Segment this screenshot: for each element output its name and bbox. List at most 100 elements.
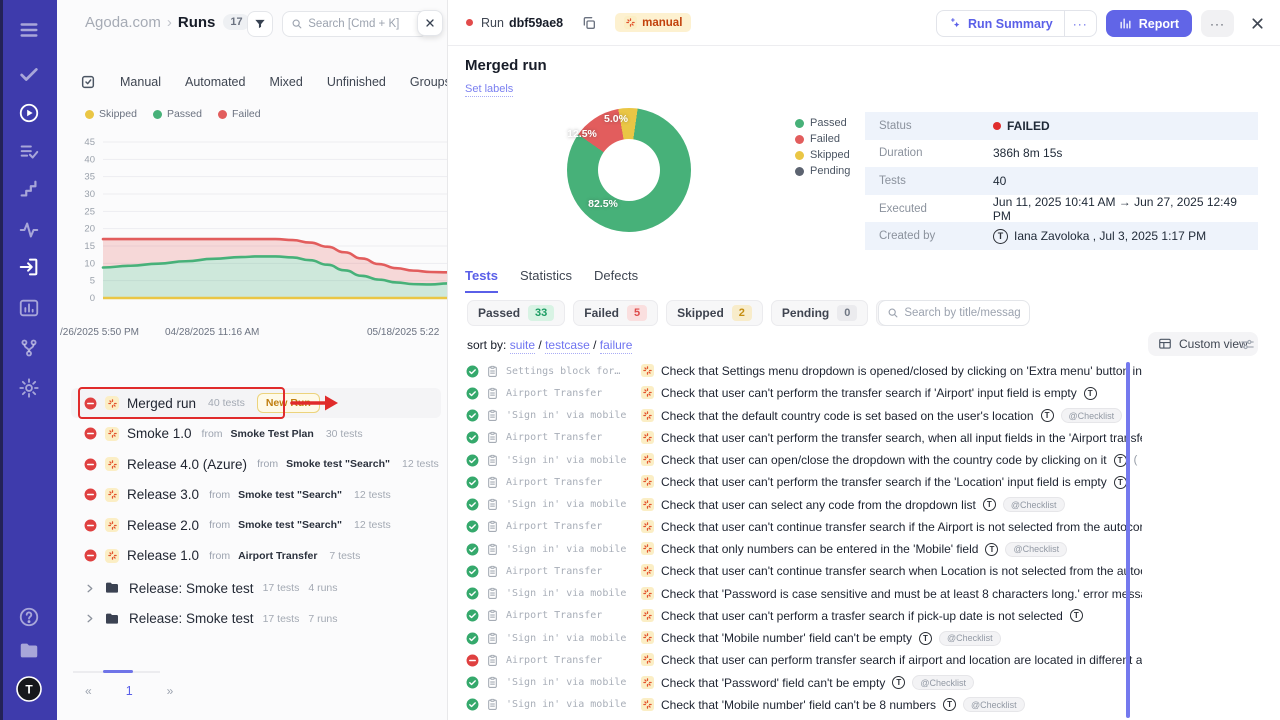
- more-actions-button[interactable]: ···: [1201, 10, 1234, 37]
- sort-link-testcase[interactable]: testcase: [545, 338, 590, 354]
- run-list-item[interactable]: Release 1.0fromAirport Transfer7 tests: [71, 541, 441, 571]
- svg-text:40: 40: [84, 154, 95, 165]
- chip-pending[interactable]: Pending0: [771, 300, 868, 326]
- breadcrumb-project[interactable]: Agoda.com: [85, 14, 161, 31]
- search-icon: [291, 18, 302, 31]
- runs-panel: Agoda.com›Runs17 Manual Automated Mixed …: [57, 0, 448, 720]
- filter-button[interactable]: [247, 11, 273, 37]
- tests-search-input[interactable]: [904, 307, 1021, 319]
- panel-close-button[interactable]: [417, 10, 443, 36]
- help-icon[interactable]: [18, 606, 40, 628]
- runs-search-input[interactable]: [308, 18, 419, 30]
- legend-item-passed[interactable]: Passed: [153, 108, 202, 120]
- steps-icon[interactable]: [18, 178, 40, 200]
- legend-item-skipped[interactable]: Skipped: [85, 108, 137, 120]
- test-row[interactable]: Airport TransferCheck that user can't pe…: [466, 382, 1142, 404]
- run-name: Merged run: [127, 396, 196, 411]
- copy-icon[interactable]: [581, 15, 597, 31]
- user-avatar[interactable]: T: [16, 676, 42, 702]
- tab-unfinished[interactable]: Unfinished: [327, 75, 386, 89]
- run-summary-more-button[interactable]: ···: [1064, 11, 1096, 36]
- tab-tests[interactable]: Tests: [465, 268, 498, 293]
- runs-search[interactable]: [282, 11, 428, 37]
- settings-gear-icon[interactable]: [18, 377, 40, 399]
- chip-passed[interactable]: Passed33: [467, 300, 565, 326]
- test-title: Check that only numbers can be entered i…: [661, 542, 978, 556]
- test-row[interactable]: 'Sign in' via mobileCheck that user can …: [466, 449, 1142, 471]
- checklist-tag[interactable]: @Checklist: [1005, 542, 1067, 557]
- run-status-dot: [466, 19, 473, 26]
- chip-skipped[interactable]: Skipped2: [666, 300, 763, 326]
- run-list-item[interactable]: Merged run40 testsNew Run: [71, 388, 441, 418]
- view-settings-sliders-icon[interactable]: [1240, 337, 1255, 352]
- checklist-icon[interactable]: [18, 141, 40, 163]
- tab-defects[interactable]: Defects: [594, 268, 638, 293]
- test-title: Check that user can select any code from…: [661, 498, 976, 512]
- test-row[interactable]: Airport TransferCheck that user can perf…: [466, 649, 1142, 671]
- test-row[interactable]: 'Sign in' via mobileCheck that 'Password…: [466, 672, 1142, 694]
- set-labels-link[interactable]: Set labels: [465, 83, 513, 97]
- results-donut-chart: 82.5% 12.5% 5.0%: [567, 108, 691, 232]
- test-row[interactable]: 'Sign in' via mobileCheck that 'Mobile n…: [466, 627, 1142, 649]
- test-row[interactable]: 'Sign in' via mobileCheck that the defau…: [466, 405, 1142, 427]
- test-row[interactable]: 'Sign in' via mobileCheck that 'Mobile n…: [466, 694, 1142, 716]
- list-scrollbar-thumb[interactable]: [103, 670, 133, 673]
- test-row[interactable]: Airport TransferCheck that user can't co…: [466, 560, 1142, 582]
- chevron-right-icon[interactable]: [84, 613, 95, 624]
- sort-link-suite[interactable]: suite: [510, 338, 535, 354]
- pagination-prev[interactable]: «: [79, 682, 98, 700]
- branches-icon[interactable]: [18, 337, 40, 359]
- test-row[interactable]: Airport TransferCheck that user can't pe…: [466, 605, 1142, 627]
- run-summary-button[interactable]: Run Summary: [937, 11, 1064, 36]
- passed-status-icon: [466, 609, 479, 622]
- pagination-page-1[interactable]: 1: [120, 682, 139, 700]
- chip-failed[interactable]: Failed5: [573, 300, 658, 326]
- run-group-item[interactable]: Release: Smoke test17 tests7 runs: [71, 604, 441, 634]
- chevron-right-icon[interactable]: [84, 583, 95, 594]
- sort-link-failure[interactable]: failure: [600, 338, 633, 354]
- checklist-tag[interactable]: @Checklist: [1003, 497, 1065, 512]
- test-title: Check that Settings menu dropdown is ope…: [661, 364, 1142, 378]
- tab-automated[interactable]: Automated: [185, 75, 245, 89]
- test-row[interactable]: Airport TransferCheck that user can't pe…: [466, 427, 1142, 449]
- tab-mixed[interactable]: Mixed: [269, 75, 302, 89]
- manual-case-icon: [641, 585, 654, 603]
- run-group-item[interactable]: Release: Smoke test17 tests4 runs: [71, 573, 441, 603]
- checklist-tag[interactable]: @Checklist: [1061, 408, 1123, 423]
- checklist-tag[interactable]: @Checklist: [912, 675, 974, 690]
- manual-case-icon: [641, 473, 654, 491]
- test-row[interactable]: Airport TransferCheck that user can't co…: [466, 516, 1142, 538]
- checklist-tag[interactable]: @Checklist: [939, 631, 1001, 646]
- run-from-label: from: [257, 458, 278, 470]
- legend-item-failed[interactable]: Failed: [218, 108, 261, 120]
- test-row[interactable]: Settings block for…Check that Settings m…: [466, 360, 1142, 382]
- run-list-item[interactable]: Smoke 1.0fromSmoke Test Plan30 tests: [71, 419, 441, 449]
- tests-search[interactable]: [878, 300, 1030, 326]
- run-plan-name: Airport Transfer: [238, 550, 317, 562]
- pulse-icon[interactable]: [18, 219, 40, 241]
- tests-scrollbar[interactable]: [1126, 362, 1130, 718]
- passed-status-icon: [466, 587, 479, 600]
- select-all-icon[interactable]: [80, 74, 96, 90]
- tab-manual[interactable]: Manual: [120, 75, 161, 89]
- run-list-item[interactable]: Release 3.0fromSmoke test "Search"12 tes…: [71, 480, 441, 510]
- check-icon[interactable]: [18, 63, 40, 85]
- runs-icon[interactable]: [18, 256, 40, 278]
- menu-icon[interactable]: [18, 19, 40, 41]
- pagination-next[interactable]: »: [161, 682, 180, 700]
- report-button[interactable]: Report: [1106, 10, 1192, 37]
- tab-statistics[interactable]: Statistics: [520, 268, 572, 293]
- test-row[interactable]: Airport TransferCheck that user can't pe…: [466, 471, 1142, 493]
- run-list-item[interactable]: Release 4.0 (Azure)fromSmoke test "Searc…: [71, 449, 441, 479]
- projects-folder-icon[interactable]: [18, 640, 40, 662]
- play-circle-icon[interactable]: [18, 102, 40, 124]
- close-icon[interactable]: [1249, 15, 1266, 32]
- test-row[interactable]: 'Sign in' via mobileCheck that 'Password…: [466, 583, 1142, 605]
- passed-status-icon: [466, 431, 479, 444]
- test-row[interactable]: 'Sign in' via mobileCheck that user can …: [466, 494, 1142, 516]
- run-list-item[interactable]: Release 2.0fromSmoke test "Search"12 tes…: [71, 510, 441, 540]
- test-row[interactable]: 'Sign in' via mobileCheck that only numb…: [466, 538, 1142, 560]
- analytics-icon[interactable]: [18, 297, 40, 319]
- checklist-tag[interactable]: @Checklist: [963, 697, 1025, 712]
- tab-groups[interactable]: Groups: [410, 75, 448, 89]
